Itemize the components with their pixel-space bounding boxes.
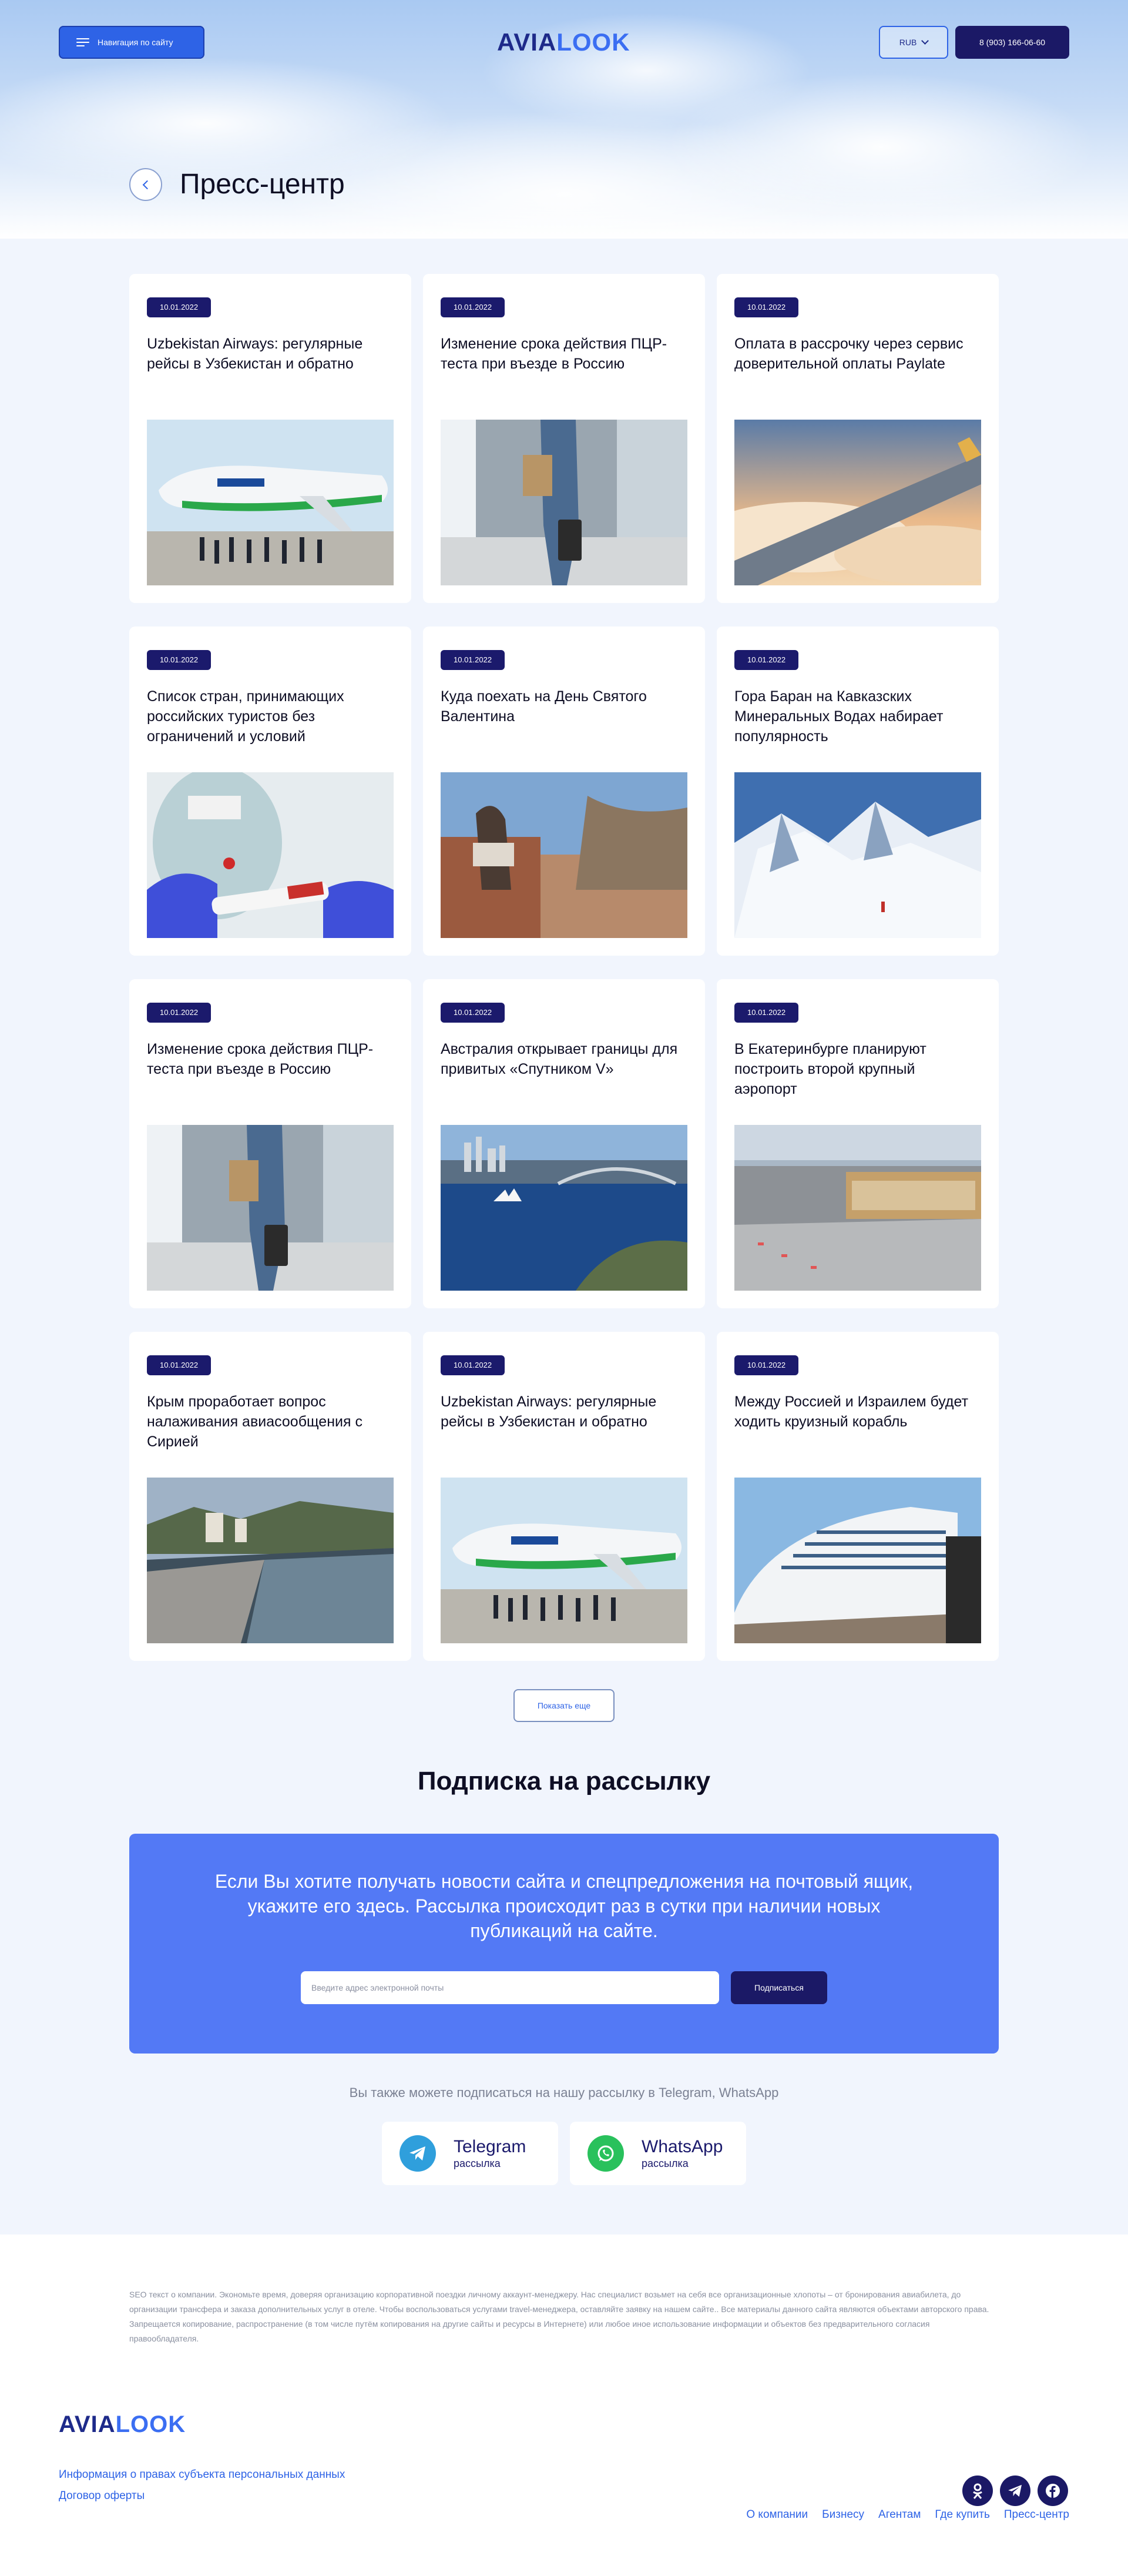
site-navigation-button[interactable]: Навигация по сайту [59, 26, 204, 59]
news-date-badge: 10.01.2022 [441, 297, 505, 317]
news-title[interactable]: Крым проработает вопрос налаживания авиа… [147, 1392, 394, 1452]
news-date-badge: 10.01.2022 [147, 1003, 212, 1023]
whatsapp-icon [588, 2135, 624, 2172]
odnoklassniki-icon[interactable] [962, 2475, 993, 2506]
news-title[interactable]: Оплата в рассрочку через сервис доверите… [734, 334, 981, 394]
subscription-box: Если Вы хотите получать новости сайта и … [129, 1834, 999, 2054]
site-navigation-label: Навигация по сайту [98, 38, 173, 47]
news-title[interactable]: В Екатеринбурге планируют построить втор… [734, 1039, 981, 1099]
news-card[interactable]: 10.01.2022 Список стран, принимающих росс… [129, 627, 411, 956]
covid-test-photo[interactable] [147, 772, 394, 938]
telegram-icon [400, 2135, 436, 2172]
news-date-badge: 10.01.2022 [734, 297, 799, 317]
news-card[interactable]: 10.01.2022 Изменение срока действия ПЦР-т… [423, 274, 705, 603]
telegram-footer-icon[interactable] [1000, 2475, 1030, 2506]
footer-nav-where-to-buy[interactable]: Где купить [935, 2508, 989, 2521]
footer-nav-agents[interactable]: Агентам [878, 2508, 921, 2521]
subscription-text: Если Вы хотите получать новости сайта и … [214, 1871, 914, 1941]
news-title[interactable]: Изменение срока действия ПЦР-теста при в… [147, 1039, 394, 1099]
page-title: Пресс-центр [180, 169, 345, 200]
offer-link[interactable]: Договор оферты [59, 2490, 145, 2503]
news-title[interactable]: Uzbekistan Airways: регулярные рейсы в У… [147, 334, 394, 394]
sydney-harbour-photo[interactable] [441, 1125, 687, 1291]
news-card[interactable]: 10.01.2022 Оплата в рассрочку через серви… [717, 274, 999, 603]
news-date-badge: 10.01.2022 [734, 650, 799, 670]
whatsapp-sublabel: рассылка [642, 2158, 689, 2169]
whatsapp-label: WhatsApp [642, 2137, 723, 2156]
messenger-subscribe-text: Вы также можете подписаться на нашу расс… [349, 2085, 779, 2100]
menu-icon [76, 38, 89, 46]
couple-city-photo[interactable] [441, 772, 687, 938]
privacy-link[interactable]: Информация о правах субъекта персональны… [59, 2468, 345, 2481]
footer-nav: О компании Бизнесу Агентам Где купить Пр… [746, 2508, 1069, 2521]
chevron-down-icon [921, 37, 929, 45]
news-card[interactable]: 10.01.2022 Uzbekistan Airways: регулярные… [423, 1332, 705, 1661]
airplane-crew-photo[interactable] [147, 420, 394, 585]
yalta-embankment-photo[interactable] [147, 1478, 394, 1643]
news-card[interactable]: 10.01.2022 Изменение срока действия ПЦР-т… [129, 979, 411, 1308]
news-title[interactable]: Список стран, принимающих российских тур… [147, 686, 394, 746]
news-date-badge: 10.01.2022 [147, 297, 212, 317]
telegram-sublabel: рассылка [454, 2158, 501, 2169]
news-title[interactable]: Австралия открывает границы для привитых… [441, 1039, 687, 1099]
news-card[interactable]: 10.01.2022 Между Россией и Израилем будет… [717, 1332, 999, 1661]
news-date-badge: 10.01.2022 [734, 1003, 799, 1023]
news-title[interactable]: Гора Баран на Кавказских Минеральных Вод… [734, 686, 981, 746]
footer-logo[interactable]: AVIALOOK [59, 2410, 186, 2439]
show-more-button[interactable]: Показать еще [513, 1689, 615, 1722]
telegram-subscribe-card[interactable]: Telegram рассылка [382, 2122, 558, 2185]
telegram-label: Telegram [454, 2137, 526, 2156]
seo-text: SEO текст о компании. Экономьте время, д… [129, 2290, 989, 2343]
currency-value: RUB [899, 38, 917, 47]
logo[interactable]: AVIALOOK [497, 26, 630, 59]
currency-select[interactable]: RUB [879, 26, 948, 59]
news-date-badge: 10.01.2022 [147, 1355, 212, 1375]
footer-nav-press-center[interactable]: Пресс-центр [1004, 2508, 1069, 2521]
news-card[interactable]: 10.01.2022 Австралия открывает границы дл… [423, 979, 705, 1308]
airport-aerial-photo[interactable] [734, 1125, 981, 1291]
news-card[interactable]: 10.01.2022 Uzbekistan Airways: регулярные… [129, 274, 411, 603]
phone-number: 8 (903) 166-06-60 [979, 38, 1046, 47]
news-date-badge: 10.01.2022 [441, 650, 505, 670]
subscribe-button[interactable]: Подписаться [731, 1971, 827, 2004]
news-date-badge: 10.01.2022 [441, 1355, 505, 1375]
news-title[interactable]: Куда поехать на День Святого Валентина [441, 686, 687, 746]
subscription-heading: Подписка на рассылку [417, 1767, 711, 1796]
news-date-badge: 10.01.2022 [734, 1355, 799, 1375]
whatsapp-subscribe-card[interactable]: WhatsApp рассылка [570, 2122, 746, 2185]
news-card[interactable]: 10.01.2022 В Екатеринбурге планируют пост… [717, 979, 999, 1308]
footer-nav-about[interactable]: О компании [746, 2508, 808, 2521]
email-input[interactable] [301, 1971, 719, 2004]
news-card[interactable]: 10.01.2022 Гора Баран на Кавказских Минер… [717, 627, 999, 956]
news-card[interactable]: 10.01.2022 Крым проработает вопрос налажи… [129, 1332, 411, 1661]
snow-mountains-photo[interactable] [734, 772, 981, 938]
hero-header: Навигация по сайту AVIALOOK RUB 8 (903) … [0, 0, 1128, 239]
news-title[interactable]: Uzbekistan Airways: регулярные рейсы в У… [441, 1392, 687, 1452]
phone-button[interactable]: 8 (903) 166-06-60 [955, 26, 1069, 59]
footer-nav-business[interactable]: Бизнесу [822, 2508, 864, 2521]
news-date-badge: 10.01.2022 [147, 650, 212, 670]
airport-walking-photo[interactable] [441, 420, 687, 585]
wing-clouds-photo[interactable] [734, 420, 981, 585]
cruise-ship-photo[interactable] [734, 1478, 981, 1643]
airplane-crew-photo[interactable] [441, 1478, 687, 1643]
footer: SEO текст о компании. Экономьте время, д… [0, 2235, 1128, 2576]
news-title[interactable]: Между Россией и Израилем будет ходить кр… [734, 1392, 981, 1452]
news-title[interactable]: Изменение срока действия ПЦР-теста при в… [441, 334, 687, 394]
back-button[interactable] [129, 168, 162, 201]
news-grid: 10.01.2022 Uzbekistan Airways: регулярные… [129, 274, 999, 1661]
airport-walking-photo[interactable] [147, 1125, 394, 1291]
facebook-icon[interactable] [1038, 2475, 1068, 2506]
news-date-badge: 10.01.2022 [441, 1003, 505, 1023]
news-card[interactable]: 10.01.2022 Куда поехать на День Святого В… [423, 627, 705, 956]
chevron-left-icon [142, 180, 152, 189]
